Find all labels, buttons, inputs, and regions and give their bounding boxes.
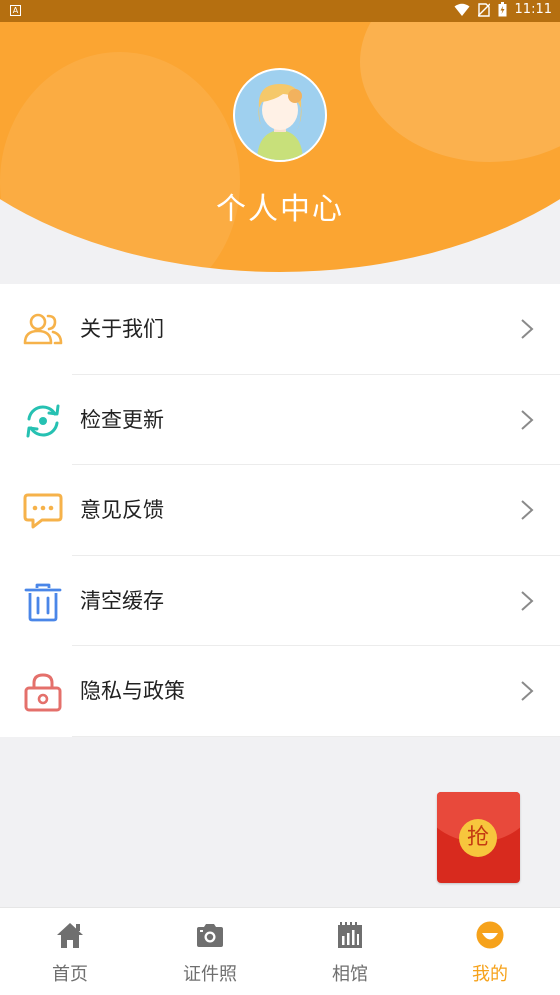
notification-icon: A xyxy=(10,5,21,16)
chevron-right-icon xyxy=(521,409,534,430)
lock-icon xyxy=(24,673,62,712)
settings-menu: 关于我们 检查更新 意见反馈 清空缓存 隐私与政策 xyxy=(0,284,560,737)
tab-id-photo[interactable]: 证件照 xyxy=(140,908,280,995)
camera-icon xyxy=(197,924,223,947)
nav-label: 我的 xyxy=(472,964,508,985)
status-time: 11:11 xyxy=(514,2,552,17)
bottom-navigation: 首页 证件照 相馆 我的 xyxy=(0,907,560,995)
tab-home[interactable]: 首页 xyxy=(0,908,140,995)
chevron-right-icon xyxy=(521,319,534,339)
status-bar: A 11:11 xyxy=(0,0,560,22)
profile-header: 个人中心 xyxy=(0,22,560,274)
menu-item-label: 检查更新 xyxy=(80,407,164,432)
menu-item-clear-cache[interactable]: 清空缓存 xyxy=(0,556,560,647)
nav-label: 证件照 xyxy=(183,964,237,985)
battery-icon xyxy=(498,2,507,17)
chat-icon xyxy=(23,493,63,529)
users-icon xyxy=(23,313,63,345)
page-title: 个人中心 xyxy=(216,192,344,227)
avatar[interactable] xyxy=(233,68,327,162)
status-icons: 11:11 xyxy=(454,2,552,17)
header-decoration xyxy=(360,22,560,162)
chevron-right-icon xyxy=(521,590,534,611)
nav-label: 首页 xyxy=(52,964,88,985)
nav-label: 相馆 xyxy=(332,964,368,985)
menu-item-privacy[interactable]: 隐私与政策 xyxy=(0,646,560,737)
menu-item-label: 隐私与政策 xyxy=(80,679,185,703)
studio-icon xyxy=(338,922,362,948)
menu-item-feedback[interactable]: 意见反馈 xyxy=(0,465,560,556)
chevron-right-icon xyxy=(521,681,534,701)
no-sim-icon xyxy=(477,2,490,17)
smile-icon xyxy=(476,921,504,949)
tab-mine[interactable]: 我的 xyxy=(420,908,560,995)
tab-studio[interactable]: 相馆 xyxy=(280,908,420,995)
header-decoration xyxy=(0,52,240,272)
home-icon xyxy=(57,923,83,948)
menu-item-label: 意见反馈 xyxy=(80,498,164,522)
chevron-right-icon xyxy=(521,500,534,520)
refresh-icon xyxy=(26,404,60,437)
menu-item-label: 清空缓存 xyxy=(80,588,164,613)
menu-item-check-update[interactable]: 检查更新 xyxy=(0,375,560,466)
red-packet-label: 抢 xyxy=(459,819,497,857)
wifi-icon xyxy=(454,3,470,16)
menu-item-about[interactable]: 关于我们 xyxy=(0,284,560,375)
trash-icon xyxy=(24,583,62,621)
avatar-icon xyxy=(257,84,303,160)
menu-item-label: 关于我们 xyxy=(80,317,164,341)
red-packet-button[interactable]: 抢 xyxy=(437,792,520,883)
